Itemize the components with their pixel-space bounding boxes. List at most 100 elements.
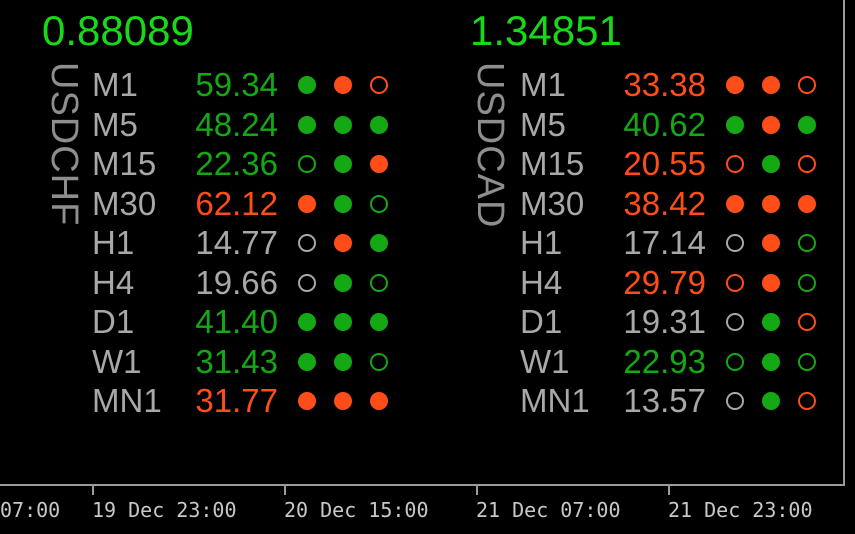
- time-axis: 07:00 19 Dec 23:00 20 Dec 15:00 21 Dec 07:0…: [0, 486, 855, 534]
- timeframe-label: MN1: [92, 382, 162, 419]
- signal-dot-filled-icon: [334, 352, 352, 371]
- timeframe-row: H4 29.79: [428, 264, 828, 302]
- signal-dot-hollow-icon: [726, 155, 744, 173]
- signal-dot-filled-icon: [762, 155, 780, 173]
- signal-dot-filled-icon: [762, 313, 780, 331]
- indicator-value: 38.42: [623, 184, 706, 222]
- indicator-value: 31.43: [195, 342, 278, 380]
- timeframe-row: H4 19.66: [0, 264, 400, 302]
- signal-dot-filled-icon: [370, 115, 388, 134]
- signal-dot-filled-icon: [334, 234, 352, 252]
- indicator-value: 48.24: [195, 105, 278, 143]
- timeframe-row: H1 17.14: [428, 224, 828, 262]
- signal-dot-filled-icon: [762, 194, 780, 213]
- signal-dot-filled-icon: [762, 352, 780, 371]
- signal-dot-hollow-icon: [298, 155, 316, 173]
- signal-dot-filled-icon: [370, 313, 388, 331]
- axis-tick: [476, 486, 478, 495]
- timeframe-row: M5 48.24: [0, 106, 400, 144]
- timeframe-row: M30 62.12: [0, 185, 400, 223]
- signal-dot-filled-icon: [334, 76, 352, 94]
- indicator-value: 40.62: [623, 105, 706, 143]
- signal-dot-hollow-icon: [726, 313, 744, 331]
- signal-dot-hollow-icon: [798, 313, 816, 331]
- timeframe-row: M5 40.62: [428, 106, 828, 144]
- time-axis-label: 21 Dec 23:00: [668, 498, 813, 522]
- indicator-panel-usdcad: 1.34851 USDCAD M1 33.38 M5 40.62 M15 20.55 M30…: [428, 0, 828, 420]
- time-axis-label: 07:00: [0, 498, 61, 522]
- signal-dot-filled-icon: [298, 194, 316, 213]
- timeframe-row: MN1 31.77: [0, 382, 400, 420]
- timeframe-label: H1: [520, 224, 563, 261]
- timeframe-label: M5: [92, 105, 138, 143]
- axis-tick: [92, 486, 94, 495]
- signal-dot-hollow-icon: [370, 352, 388, 371]
- time-axis-label: 20 Dec 15:00: [284, 498, 429, 522]
- timeframe-row: M15 20.55: [428, 145, 828, 183]
- signal-dot-hollow-icon: [726, 352, 744, 371]
- signal-dot-hollow-icon: [798, 76, 816, 94]
- signal-dot-filled-icon: [334, 273, 352, 292]
- signal-dot-filled-icon: [370, 234, 388, 252]
- indicator-value: 20.55: [623, 145, 706, 182]
- signal-dot-hollow-icon: [726, 392, 744, 410]
- indicator-value: 14.77: [195, 224, 278, 261]
- timeframe-row: H1 14.77: [0, 224, 400, 262]
- timeframe-label: M1: [92, 66, 138, 103]
- signal-dot-filled-icon: [762, 234, 780, 252]
- signal-dot-hollow-icon: [726, 273, 744, 292]
- signal-dot-filled-icon: [798, 115, 816, 134]
- signal-dot-hollow-icon: [298, 273, 316, 292]
- signal-dot-filled-icon: [334, 155, 352, 173]
- indicator-value: 22.93: [623, 342, 706, 380]
- signal-dot-filled-icon: [726, 76, 744, 94]
- timeframe-label: MN1: [520, 382, 590, 419]
- signal-dot-filled-icon: [798, 194, 816, 213]
- signal-dot-filled-icon: [298, 115, 316, 134]
- axis-tick: [668, 486, 670, 495]
- indicator-panel-usdchf: 0.88089 USDCHF M1 59.34 M5 48.24 M15 22.36 M30…: [0, 0, 400, 420]
- timeframe-row: M15 22.36: [0, 145, 400, 183]
- indicator-value: 17.14: [623, 224, 706, 261]
- signal-dot-hollow-icon: [798, 273, 816, 292]
- indicator-value: 33.38: [623, 66, 706, 103]
- timeframe-row: MN1 13.57: [428, 382, 828, 420]
- timeframe-row: M1 33.38: [428, 66, 828, 104]
- indicator-value: 22.36: [195, 145, 278, 182]
- signal-dot-filled-icon: [298, 352, 316, 371]
- timeframe-label: M15: [520, 145, 585, 182]
- signal-dot-filled-icon: [298, 392, 316, 410]
- signal-dot-hollow-icon: [726, 234, 744, 252]
- signal-dot-filled-icon: [370, 155, 388, 173]
- indicator-value: 13.57: [623, 382, 706, 419]
- signal-dot-filled-icon: [334, 313, 352, 331]
- signal-dot-hollow-icon: [370, 76, 388, 94]
- timeframe-row: D1 19.31: [428, 303, 828, 341]
- timeframe-label: H1: [92, 224, 135, 261]
- signal-dot-filled-icon: [762, 392, 780, 410]
- indicator-value: 29.79: [623, 263, 706, 301]
- timeframe-row: M30 38.42: [428, 185, 828, 223]
- indicator-value: 19.66: [195, 263, 278, 301]
- signal-dot-filled-icon: [370, 392, 388, 410]
- indicator-value: 31.77: [195, 382, 278, 419]
- timeframe-label: M15: [92, 145, 157, 182]
- timeframe-label: M30: [520, 184, 585, 222]
- signal-dot-hollow-icon: [370, 194, 388, 213]
- timeframe-label: D1: [520, 303, 563, 340]
- signal-dot-filled-icon: [334, 115, 352, 134]
- signal-dot-filled-icon: [334, 194, 352, 213]
- timeframe-row: W1 31.43: [0, 343, 400, 381]
- timeframe-label: W1: [520, 342, 570, 380]
- signal-dot-filled-icon: [762, 76, 780, 94]
- indicator-value: 19.31: [623, 303, 706, 340]
- signal-dot-filled-icon: [334, 392, 352, 410]
- timeframe-row: D1 41.40: [0, 303, 400, 341]
- time-axis-label: 21 Dec 07:00: [476, 498, 621, 522]
- signal-dot-hollow-icon: [798, 392, 816, 410]
- signal-dot-filled-icon: [762, 115, 780, 134]
- bid-price: 1.34851: [470, 7, 622, 54]
- signal-dot-hollow-icon: [798, 155, 816, 173]
- timeframe-label: H4: [520, 263, 563, 301]
- bid-price: 0.88089: [42, 7, 194, 54]
